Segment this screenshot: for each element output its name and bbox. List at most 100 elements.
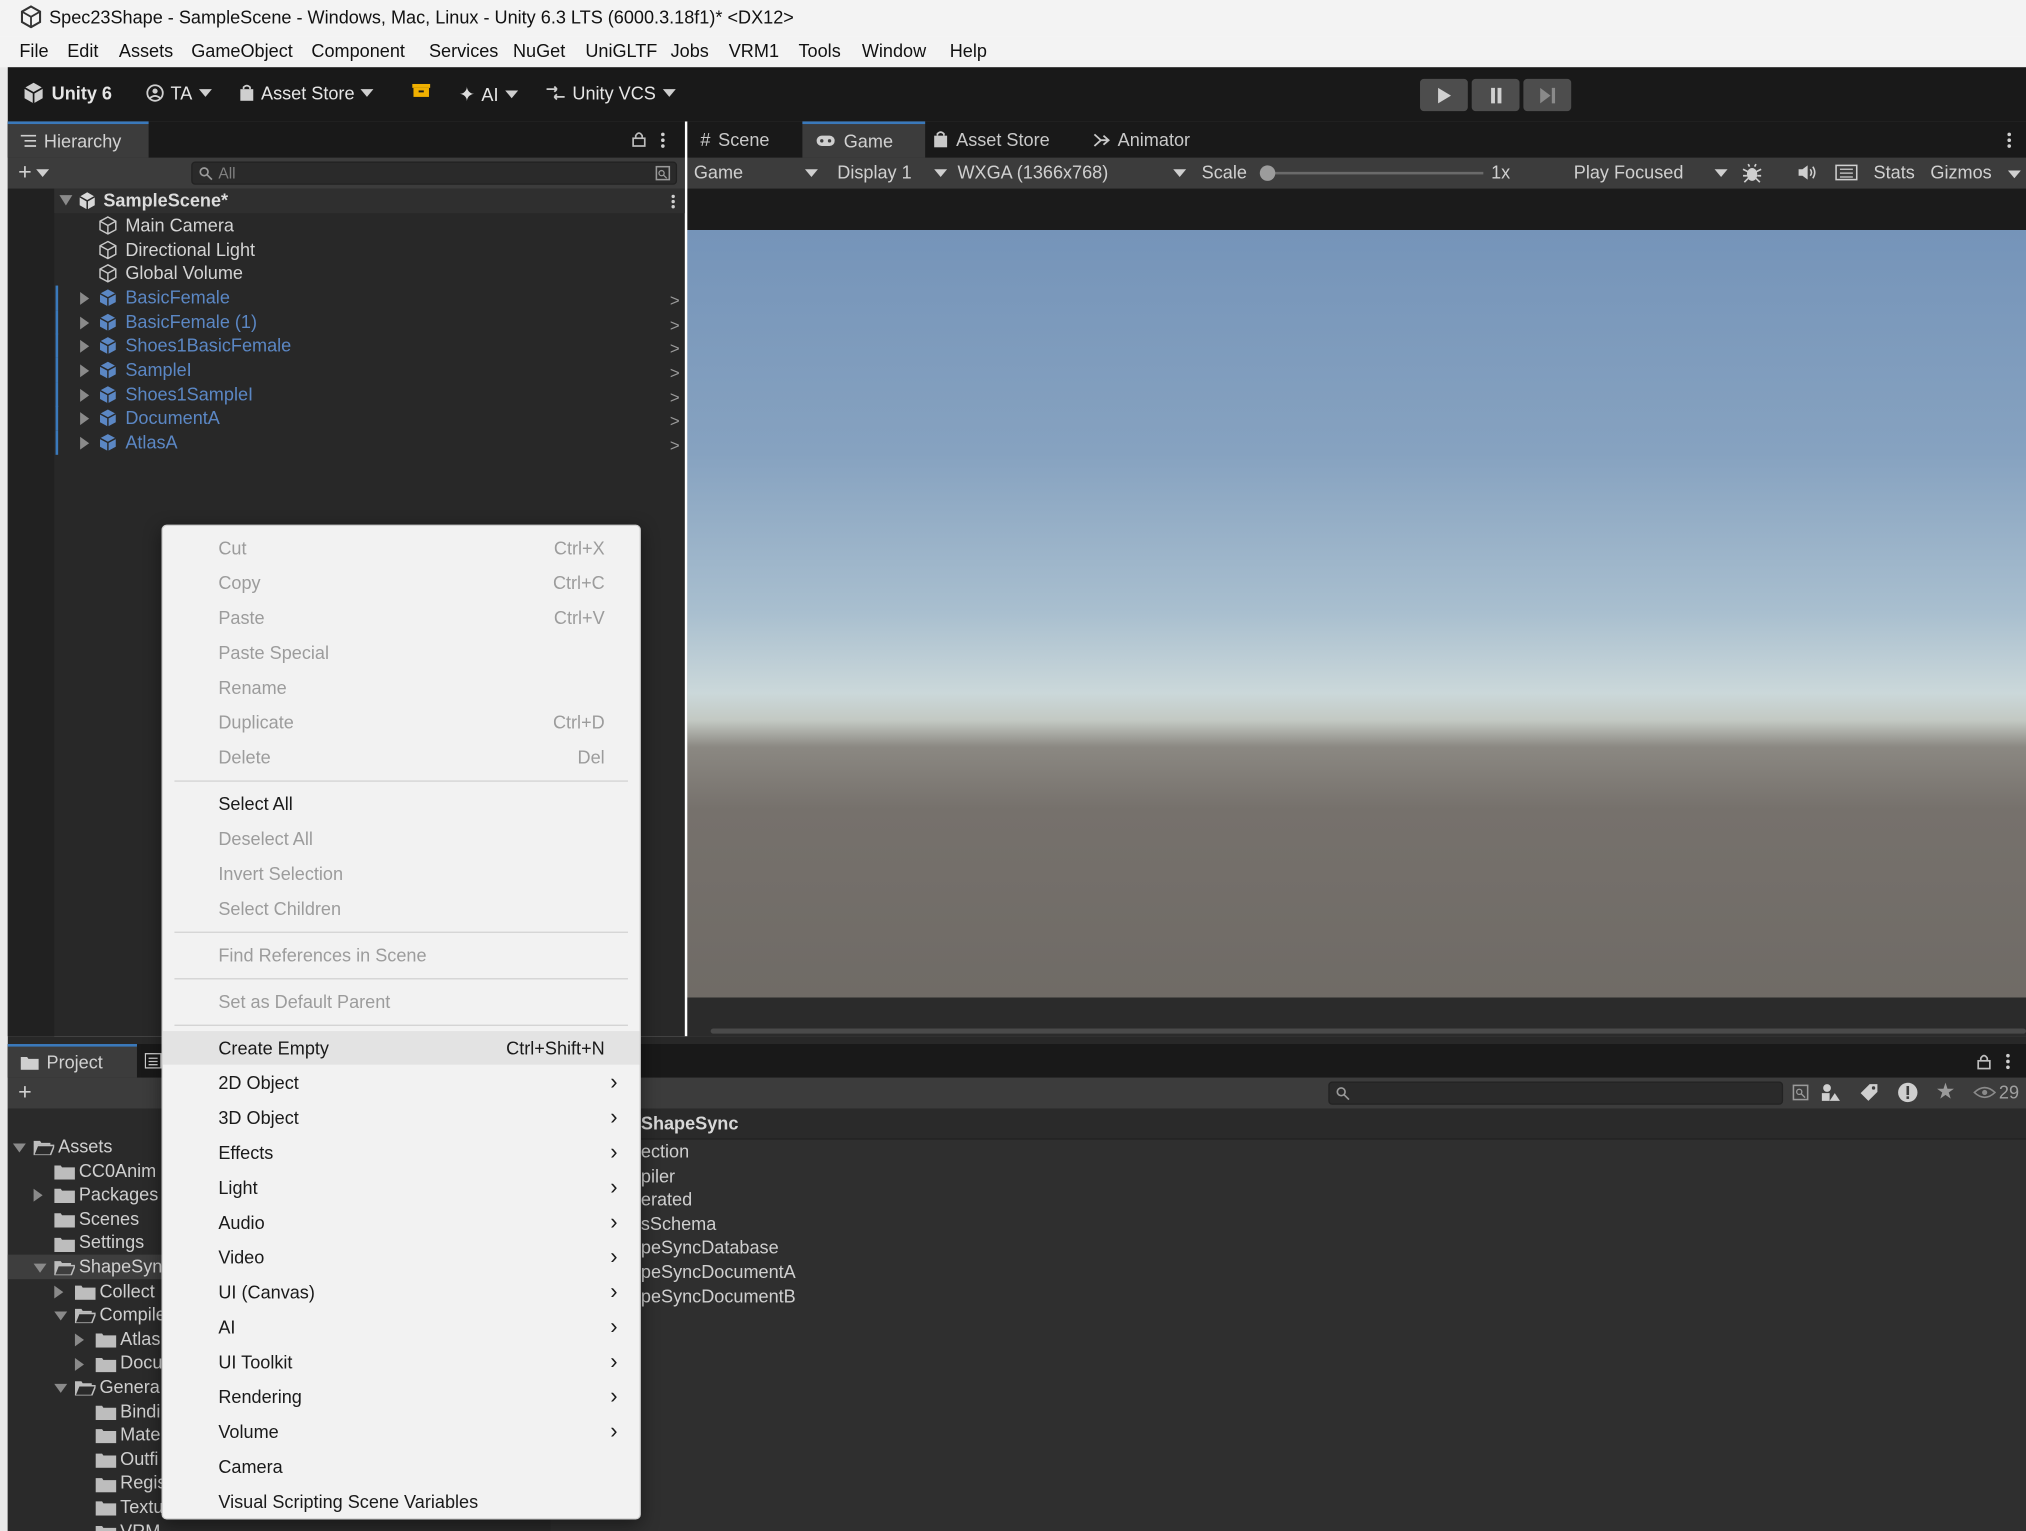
tab-asset-store[interactable]: Asset Store bbox=[933, 129, 1050, 150]
play-button[interactable] bbox=[1420, 78, 1468, 112]
bug-icon[interactable] bbox=[1740, 162, 1763, 185]
tab-scene[interactable]: # Scene bbox=[700, 129, 769, 150]
expand-arrow-icon[interactable] bbox=[54, 1279, 75, 1304]
folder-tree-item[interactable]: VRM bbox=[75, 1519, 160, 1531]
menu-help[interactable]: Help bbox=[950, 40, 987, 61]
menu-item-paste-special[interactable]: Paste Special bbox=[163, 636, 640, 670]
chevron-right-icon[interactable]: > bbox=[670, 336, 680, 361]
play-mode-dropdown[interactable]: Play Focused bbox=[1574, 162, 1729, 182]
folder-tree-item[interactable]: Scenes bbox=[34, 1207, 139, 1232]
expand-arrow-icon[interactable] bbox=[54, 1375, 75, 1400]
step-button[interactable] bbox=[1523, 78, 1572, 112]
menu-item-ui-canvas[interactable]: UI (Canvas) › bbox=[163, 1275, 640, 1309]
menu-item-volume[interactable]: Volume › bbox=[163, 1415, 640, 1449]
menu-item-set-as-default-parent[interactable]: Set as Default Parent bbox=[163, 985, 640, 1019]
hierarchy-item-global-volume[interactable]: Global Volume bbox=[54, 261, 685, 286]
menu-vrm1[interactable]: VRM1 bbox=[729, 40, 779, 61]
folder-tree-item[interactable]: Mate bbox=[75, 1423, 160, 1448]
package-manager-button[interactable] bbox=[412, 83, 431, 99]
lock-icon[interactable] bbox=[1977, 1053, 1991, 1070]
hierarchy-item-prefab[interactable]: AtlasA > bbox=[54, 430, 685, 455]
expand-arrow-icon[interactable] bbox=[74, 1351, 96, 1376]
expand-arrow-icon[interactable] bbox=[59, 195, 73, 206]
menu-item-copy[interactable]: Copy Ctrl+C bbox=[163, 566, 640, 600]
tag-label-icon[interactable] bbox=[1859, 1083, 1878, 1102]
expand-arrow-icon[interactable] bbox=[80, 339, 90, 353]
menu-item-select-children[interactable]: Select Children bbox=[163, 892, 640, 926]
more-options-icon[interactable] bbox=[671, 194, 676, 210]
menu-item-cut[interactable]: Cut Ctrl+X bbox=[163, 531, 640, 565]
slider-thumb[interactable] bbox=[1259, 165, 1276, 181]
hierarchy-item-prefab[interactable]: Shoes1BasicFemale > bbox=[54, 333, 685, 358]
menu-item-paste[interactable]: Paste Ctrl+V bbox=[163, 601, 640, 635]
expand-arrow-icon[interactable] bbox=[12, 1134, 34, 1159]
tab-animator[interactable]: Animator bbox=[1093, 129, 1190, 150]
menu-services[interactable]: Services bbox=[429, 40, 498, 61]
console-icon[interactable] bbox=[144, 1053, 162, 1069]
menu-tools[interactable]: Tools bbox=[799, 40, 841, 61]
menu-jobs[interactable]: Jobs bbox=[671, 40, 709, 61]
menu-nuget[interactable]: NuGet bbox=[513, 40, 565, 61]
hierarchy-item-prefab[interactable]: BasicFemale (1) > bbox=[54, 310, 685, 335]
asset-list-item[interactable]: piler bbox=[641, 1165, 675, 1186]
view-type-dropdown[interactable]: Game bbox=[694, 162, 821, 182]
menu-item-find-references-in-scene[interactable]: Find References in Scene bbox=[163, 938, 640, 972]
create-asset-button[interactable]: + bbox=[18, 1079, 32, 1106]
folder-tree-item[interactable]: Collect bbox=[54, 1279, 155, 1304]
asset-list-item[interactable]: peSyncDocumentB bbox=[641, 1285, 796, 1306]
search-filter-icon[interactable] bbox=[655, 165, 671, 181]
folder-tree-item[interactable]: Textu bbox=[75, 1495, 163, 1520]
menu-unigltf[interactable]: UniGLTF bbox=[585, 40, 657, 61]
search-filter-icon[interactable] bbox=[1792, 1084, 1809, 1101]
hierarchy-item-directional-light[interactable]: Directional Light bbox=[54, 238, 685, 263]
menu-item-duplicate[interactable]: Duplicate Ctrl+D bbox=[163, 705, 640, 739]
game-render-view[interactable] bbox=[687, 229, 2026, 1122]
expand-arrow-icon[interactable] bbox=[80, 292, 90, 305]
resolution-dropdown[interactable]: WXGA (1366x768) bbox=[957, 162, 1190, 182]
menu-item-select-all[interactable]: Select All bbox=[163, 787, 640, 821]
menu-gameobject[interactable]: GameObject bbox=[191, 40, 293, 61]
expand-arrow-icon[interactable] bbox=[33, 1183, 55, 1208]
expand-arrow-icon[interactable] bbox=[80, 436, 90, 450]
menu-item-2d-object[interactable]: 2D Object › bbox=[163, 1066, 640, 1100]
folder-tree-item[interactable]: Compile bbox=[54, 1303, 166, 1328]
tab-game[interactable]: Game bbox=[802, 121, 926, 158]
keyboard-shortcuts-icon[interactable] bbox=[1835, 164, 1858, 181]
favorite-star-icon[interactable]: ★ bbox=[1936, 1079, 1956, 1105]
menu-item-rename[interactable]: Rename bbox=[163, 671, 640, 705]
folder-tree-item[interactable]: CC0Anim bbox=[34, 1158, 156, 1183]
stats-button[interactable]: Stats bbox=[1874, 162, 1915, 183]
menu-item-effects[interactable]: Effects › bbox=[163, 1136, 640, 1170]
expand-arrow-icon[interactable] bbox=[80, 388, 90, 402]
menu-file[interactable]: File bbox=[19, 40, 48, 61]
menu-item-light[interactable]: Light › bbox=[163, 1171, 640, 1205]
menu-window[interactable]: Window bbox=[862, 40, 926, 61]
hierarchy-item-prefab[interactable]: Shoes1SampleI > bbox=[54, 382, 685, 408]
mute-audio-icon[interactable] bbox=[1797, 164, 1818, 181]
game-scrollbar[interactable] bbox=[710, 1028, 2026, 1034]
menu-item-ai[interactable]: AI › bbox=[163, 1310, 640, 1344]
chevron-right-icon[interactable]: > bbox=[670, 288, 680, 313]
more-options-icon[interactable] bbox=[2007, 132, 2012, 149]
tab-project[interactable]: Project bbox=[7, 1044, 137, 1078]
chevron-right-icon[interactable]: > bbox=[670, 360, 680, 385]
folder-tree-item[interactable]: Packages bbox=[33, 1183, 158, 1208]
folder-tree-item[interactable]: Settings bbox=[34, 1231, 144, 1256]
menu-item-rendering[interactable]: Rendering › bbox=[163, 1380, 640, 1414]
add-object-button[interactable]: + bbox=[18, 160, 49, 183]
folder-tree-item[interactable]: Atlas bbox=[74, 1327, 160, 1352]
folder-tree-item[interactable]: Genera bbox=[54, 1375, 160, 1400]
breadcrumb-current[interactable]: ShapeSync bbox=[641, 1112, 739, 1133]
menu-assets[interactable]: Assets bbox=[119, 40, 173, 61]
asset-list-item[interactable]: ection bbox=[641, 1141, 689, 1162]
menu-edit[interactable]: Edit bbox=[67, 40, 98, 61]
menu-component[interactable]: Component bbox=[311, 40, 405, 61]
more-options-icon[interactable] bbox=[660, 132, 665, 149]
expand-arrow-icon[interactable] bbox=[80, 364, 90, 378]
asset-list-item[interactable]: erated bbox=[641, 1189, 692, 1210]
eye-visibility-icon[interactable] bbox=[1973, 1085, 1997, 1099]
unity-vcs-dropdown[interactable]: Unity VCS bbox=[545, 83, 676, 103]
expand-arrow-icon[interactable] bbox=[33, 1255, 55, 1280]
chevron-right-icon[interactable]: > bbox=[670, 408, 680, 433]
more-options-icon[interactable] bbox=[2005, 1053, 2010, 1070]
